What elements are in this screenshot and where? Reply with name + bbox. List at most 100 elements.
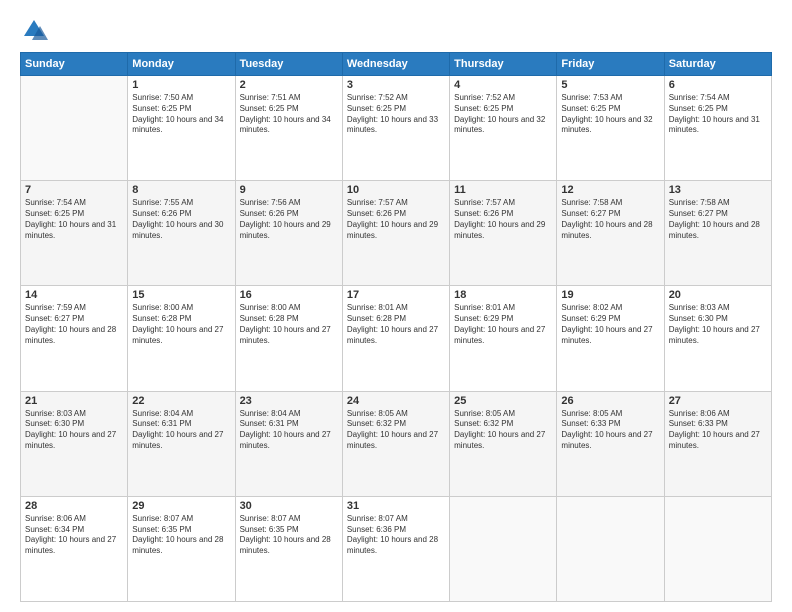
calendar-cell: 30Sunrise: 8:07 AMSunset: 6:35 PMDayligh… [235,496,342,601]
calendar-cell: 28 Sunrise: 8:06 AMSunset: 6:34 PMDayligh… [21,496,128,601]
day-info: Sunrise: 7:54 AMSunset: 6:25 PMDaylight:… [669,93,767,136]
calendar-cell: 12 Sunrise: 7:58 AMSunset: 6:27 PMDayligh… [557,181,664,286]
calendar-cell: 2 Sunrise: 7:51 AMSunset: 6:25 PMDaylight… [235,76,342,181]
weekday-header-thursday: Thursday [450,53,557,76]
day-number: 23 [240,395,338,407]
calendar-cell: 16 Sunrise: 8:00 AMSunset: 6:28 PMDayligh… [235,286,342,391]
day-number: 17 [347,289,445,301]
calendar-cell: 13 Sunrise: 7:58 AMSunset: 6:27 PMDayligh… [664,181,771,286]
calendar-cell: 10Sunrise: 7:57 AMSunset: 6:26 PMDayligh… [342,181,449,286]
calendar-cell: 26 Sunrise: 8:05 AMSunset: 6:33 PMDayligh… [557,391,664,496]
calendar-cell: 23 Sunrise: 8:04 AMSunset: 6:31 PMDayligh… [235,391,342,496]
calendar-week-row: 14 Sunrise: 7:59 AMSunset: 6:27 PMDayligh… [21,286,772,391]
day-info: Sunrise: 7:57 AMSunset: 6:26 PMDaylight:… [454,198,552,241]
day-number: 15 [132,289,230,301]
calendar-table: SundayMondayTuesdayWednesdayThursdayFrid… [20,52,772,602]
calendar-cell: 9Sunrise: 7:56 AMSunset: 6:26 PMDaylight… [235,181,342,286]
day-number: 25 [454,395,552,407]
day-number: 18 [454,289,552,301]
calendar-cell: 18 Sunrise: 8:01 AMSunset: 6:29 PMDayligh… [450,286,557,391]
weekday-header-wednesday: Wednesday [342,53,449,76]
day-info: Sunrise: 8:03 AMSunset: 6:30 PMDaylight:… [669,303,767,346]
calendar-cell: 3Sunrise: 7:52 AMSunset: 6:25 PMDaylight… [342,76,449,181]
calendar-cell [557,496,664,601]
calendar-week-row: 1 Sunrise: 7:50 AMSunset: 6:25 PMDaylight… [21,76,772,181]
weekday-header-sunday: Sunday [21,53,128,76]
day-info: Sunrise: 8:07 AMSunset: 6:35 PMDaylight:… [132,514,230,557]
weekday-header-tuesday: Tuesday [235,53,342,76]
calendar-cell: 29 Sunrise: 8:07 AMSunset: 6:35 PMDayligh… [128,496,235,601]
calendar-cell: 20 Sunrise: 8:03 AMSunset: 6:30 PMDayligh… [664,286,771,391]
day-number: 8 [132,184,230,196]
day-number: 9 [240,184,338,196]
day-number: 2 [240,79,338,91]
calendar-cell: 11 Sunrise: 7:57 AMSunset: 6:26 PMDayligh… [450,181,557,286]
day-info: Sunrise: 7:54 AMSunset: 6:25 PMDaylight:… [25,198,123,241]
day-info: Sunrise: 7:58 AMSunset: 6:27 PMDaylight:… [669,198,767,241]
day-info: Sunrise: 7:52 AMSunset: 6:25 PMDaylight:… [454,93,552,136]
calendar-cell: 8 Sunrise: 7:55 AMSunset: 6:26 PMDaylight… [128,181,235,286]
calendar-cell [450,496,557,601]
day-number: 4 [454,79,552,91]
day-info: Sunrise: 7:55 AMSunset: 6:26 PMDaylight:… [132,198,230,241]
calendar-cell [664,496,771,601]
day-number: 22 [132,395,230,407]
day-number: 21 [25,395,123,407]
calendar-cell: 17Sunrise: 8:01 AMSunset: 6:28 PMDayligh… [342,286,449,391]
day-info: Sunrise: 8:00 AMSunset: 6:28 PMDaylight:… [240,303,338,346]
day-number: 13 [669,184,767,196]
day-info: Sunrise: 7:59 AMSunset: 6:27 PMDaylight:… [25,303,123,346]
calendar-cell: 7Sunrise: 7:54 AMSunset: 6:25 PMDaylight… [21,181,128,286]
day-info: Sunrise: 7:57 AMSunset: 6:26 PMDaylight:… [347,198,445,241]
day-number: 31 [347,500,445,512]
day-info: Sunrise: 7:51 AMSunset: 6:25 PMDaylight:… [240,93,338,136]
day-info: Sunrise: 8:05 AMSunset: 6:33 PMDaylight:… [561,409,659,452]
calendar-cell: 21Sunrise: 8:03 AMSunset: 6:30 PMDayligh… [21,391,128,496]
day-number: 16 [240,289,338,301]
day-number: 20 [669,289,767,301]
day-info: Sunrise: 8:06 AMSunset: 6:34 PMDaylight:… [25,514,123,557]
day-number: 27 [669,395,767,407]
calendar-cell: 25Sunrise: 8:05 AMSunset: 6:32 PMDayligh… [450,391,557,496]
day-number: 6 [669,79,767,91]
day-number: 19 [561,289,659,301]
day-info: Sunrise: 7:50 AMSunset: 6:25 PMDaylight:… [132,93,230,136]
day-info: Sunrise: 7:53 AMSunset: 6:25 PMDaylight:… [561,93,659,136]
day-number: 12 [561,184,659,196]
calendar-cell: 19 Sunrise: 8:02 AMSunset: 6:29 PMDayligh… [557,286,664,391]
logo-icon [20,16,48,44]
page: SundayMondayTuesdayWednesdayThursdayFrid… [0,0,792,612]
calendar-cell [21,76,128,181]
calendar-cell: 22 Sunrise: 8:04 AMSunset: 6:31 PMDayligh… [128,391,235,496]
weekday-header-friday: Friday [557,53,664,76]
calendar-cell: 1 Sunrise: 7:50 AMSunset: 6:25 PMDaylight… [128,76,235,181]
calendar-week-row: 28 Sunrise: 8:06 AMSunset: 6:34 PMDayligh… [21,496,772,601]
day-number: 24 [347,395,445,407]
calendar-cell: 4 Sunrise: 7:52 AMSunset: 6:25 PMDaylight… [450,76,557,181]
calendar-week-row: 21Sunrise: 8:03 AMSunset: 6:30 PMDayligh… [21,391,772,496]
day-info: Sunrise: 8:01 AMSunset: 6:29 PMDaylight:… [454,303,552,346]
day-number: 26 [561,395,659,407]
calendar-cell: 6 Sunrise: 7:54 AMSunset: 6:25 PMDaylight… [664,76,771,181]
day-info: Sunrise: 8:06 AMSunset: 6:33 PMDaylight:… [669,409,767,452]
day-number: 11 [454,184,552,196]
day-info: Sunrise: 8:04 AMSunset: 6:31 PMDaylight:… [132,409,230,452]
logo [20,16,52,44]
calendar-cell: 24Sunrise: 8:05 AMSunset: 6:32 PMDayligh… [342,391,449,496]
day-number: 14 [25,289,123,301]
weekday-header-row: SundayMondayTuesdayWednesdayThursdayFrid… [21,53,772,76]
calendar-cell: 5Sunrise: 7:53 AMSunset: 6:25 PMDaylight… [557,76,664,181]
day-info: Sunrise: 8:07 AMSunset: 6:36 PMDaylight:… [347,514,445,557]
calendar-cell: 14 Sunrise: 7:59 AMSunset: 6:27 PMDayligh… [21,286,128,391]
calendar-header: SundayMondayTuesdayWednesdayThursdayFrid… [21,53,772,76]
day-number: 1 [132,79,230,91]
weekday-header-monday: Monday [128,53,235,76]
day-info: Sunrise: 8:02 AMSunset: 6:29 PMDaylight:… [561,303,659,346]
day-number: 29 [132,500,230,512]
day-info: Sunrise: 8:04 AMSunset: 6:31 PMDaylight:… [240,409,338,452]
day-info: Sunrise: 7:58 AMSunset: 6:27 PMDaylight:… [561,198,659,241]
calendar-cell: 31 Sunrise: 8:07 AMSunset: 6:36 PMDayligh… [342,496,449,601]
day-info: Sunrise: 8:07 AMSunset: 6:35 PMDaylight:… [240,514,338,557]
calendar-week-row: 7Sunrise: 7:54 AMSunset: 6:25 PMDaylight… [21,181,772,286]
day-number: 28 [25,500,123,512]
